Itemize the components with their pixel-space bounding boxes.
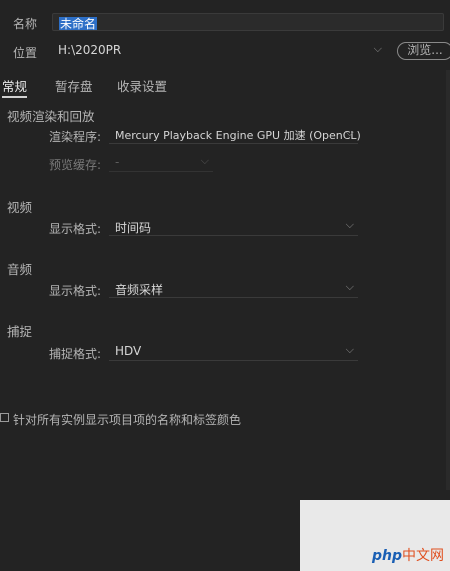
location-dropdown[interactable]: H:\2020PR ⌵ — [52, 42, 386, 60]
scrollbar[interactable] — [446, 70, 450, 490]
capture-format-dropdown[interactable]: HDV ⌵ — [109, 343, 358, 361]
project-name-value: 未命名 — [59, 17, 98, 31]
chevron-down-icon: ⌵ — [345, 343, 354, 356]
audio-section-title: 音频 — [7, 262, 33, 277]
chevron-down-icon: ⌵ — [345, 126, 354, 139]
renderer-label: 渲染程序: — [49, 130, 102, 144]
watermark: php中文网 — [300, 500, 450, 571]
capture-format-label: 捕捉格式: — [49, 347, 102, 361]
tab-scratch-disks[interactable]: 暂存盘 — [55, 76, 93, 95]
tab-general[interactable]: 常规 — [2, 76, 28, 98]
renderer-dropdown[interactable]: Mercury Playback Engine GPU 加速 (OpenCL) … — [109, 126, 361, 144]
video-section-title: 视频 — [7, 200, 33, 215]
location-value: H:\2020PR — [58, 43, 122, 57]
browse-button[interactable]: 浏览... — [397, 42, 450, 60]
watermark-cn: 中文网 — [402, 548, 444, 564]
watermark-logo: php中文网 — [372, 545, 444, 565]
video-display-format-value: 时间码 — [115, 221, 152, 235]
watermark-php: php — [371, 548, 402, 564]
video-display-format-dropdown[interactable]: 时间码 ⌵ — [109, 218, 358, 236]
capture-format-value: HDV — [115, 344, 142, 358]
show-label-colors-checkbox[interactable] — [0, 413, 9, 422]
chevron-down-icon: ⌵ — [345, 218, 354, 231]
audio-display-format-dropdown[interactable]: 音频采样 ⌵ — [109, 280, 358, 298]
renderer-value: Mercury Playback Engine GPU 加速 (OpenCL) — [115, 129, 361, 142]
video-display-format-label: 显示格式: — [49, 222, 102, 236]
name-label: 名称 — [13, 17, 38, 31]
chevron-down-icon: ⌵ — [345, 280, 354, 293]
tab-ingest-settings[interactable]: 收录设置 — [117, 76, 167, 95]
audio-display-format-value: 音频采样 — [115, 283, 164, 297]
video-render-section-title: 视频渲染和回放 — [7, 109, 95, 124]
preview-cache-label: 预览缓存: — [49, 158, 102, 172]
chevron-down-icon: ⌵ — [200, 154, 209, 167]
audio-display-format-label: 显示格式: — [49, 284, 102, 298]
preview-cache-dropdown: - ⌵ — [109, 154, 213, 172]
show-label-colors-label: 针对所有实例显示项目项的名称和标签颜色 — [13, 413, 242, 427]
project-name-input[interactable]: 未命名 — [52, 13, 444, 31]
preview-cache-value: - — [115, 155, 120, 169]
location-label: 位置 — [13, 46, 38, 60]
capture-section-title: 捕捉 — [7, 324, 33, 339]
chevron-down-icon: ⌵ — [373, 42, 382, 55]
